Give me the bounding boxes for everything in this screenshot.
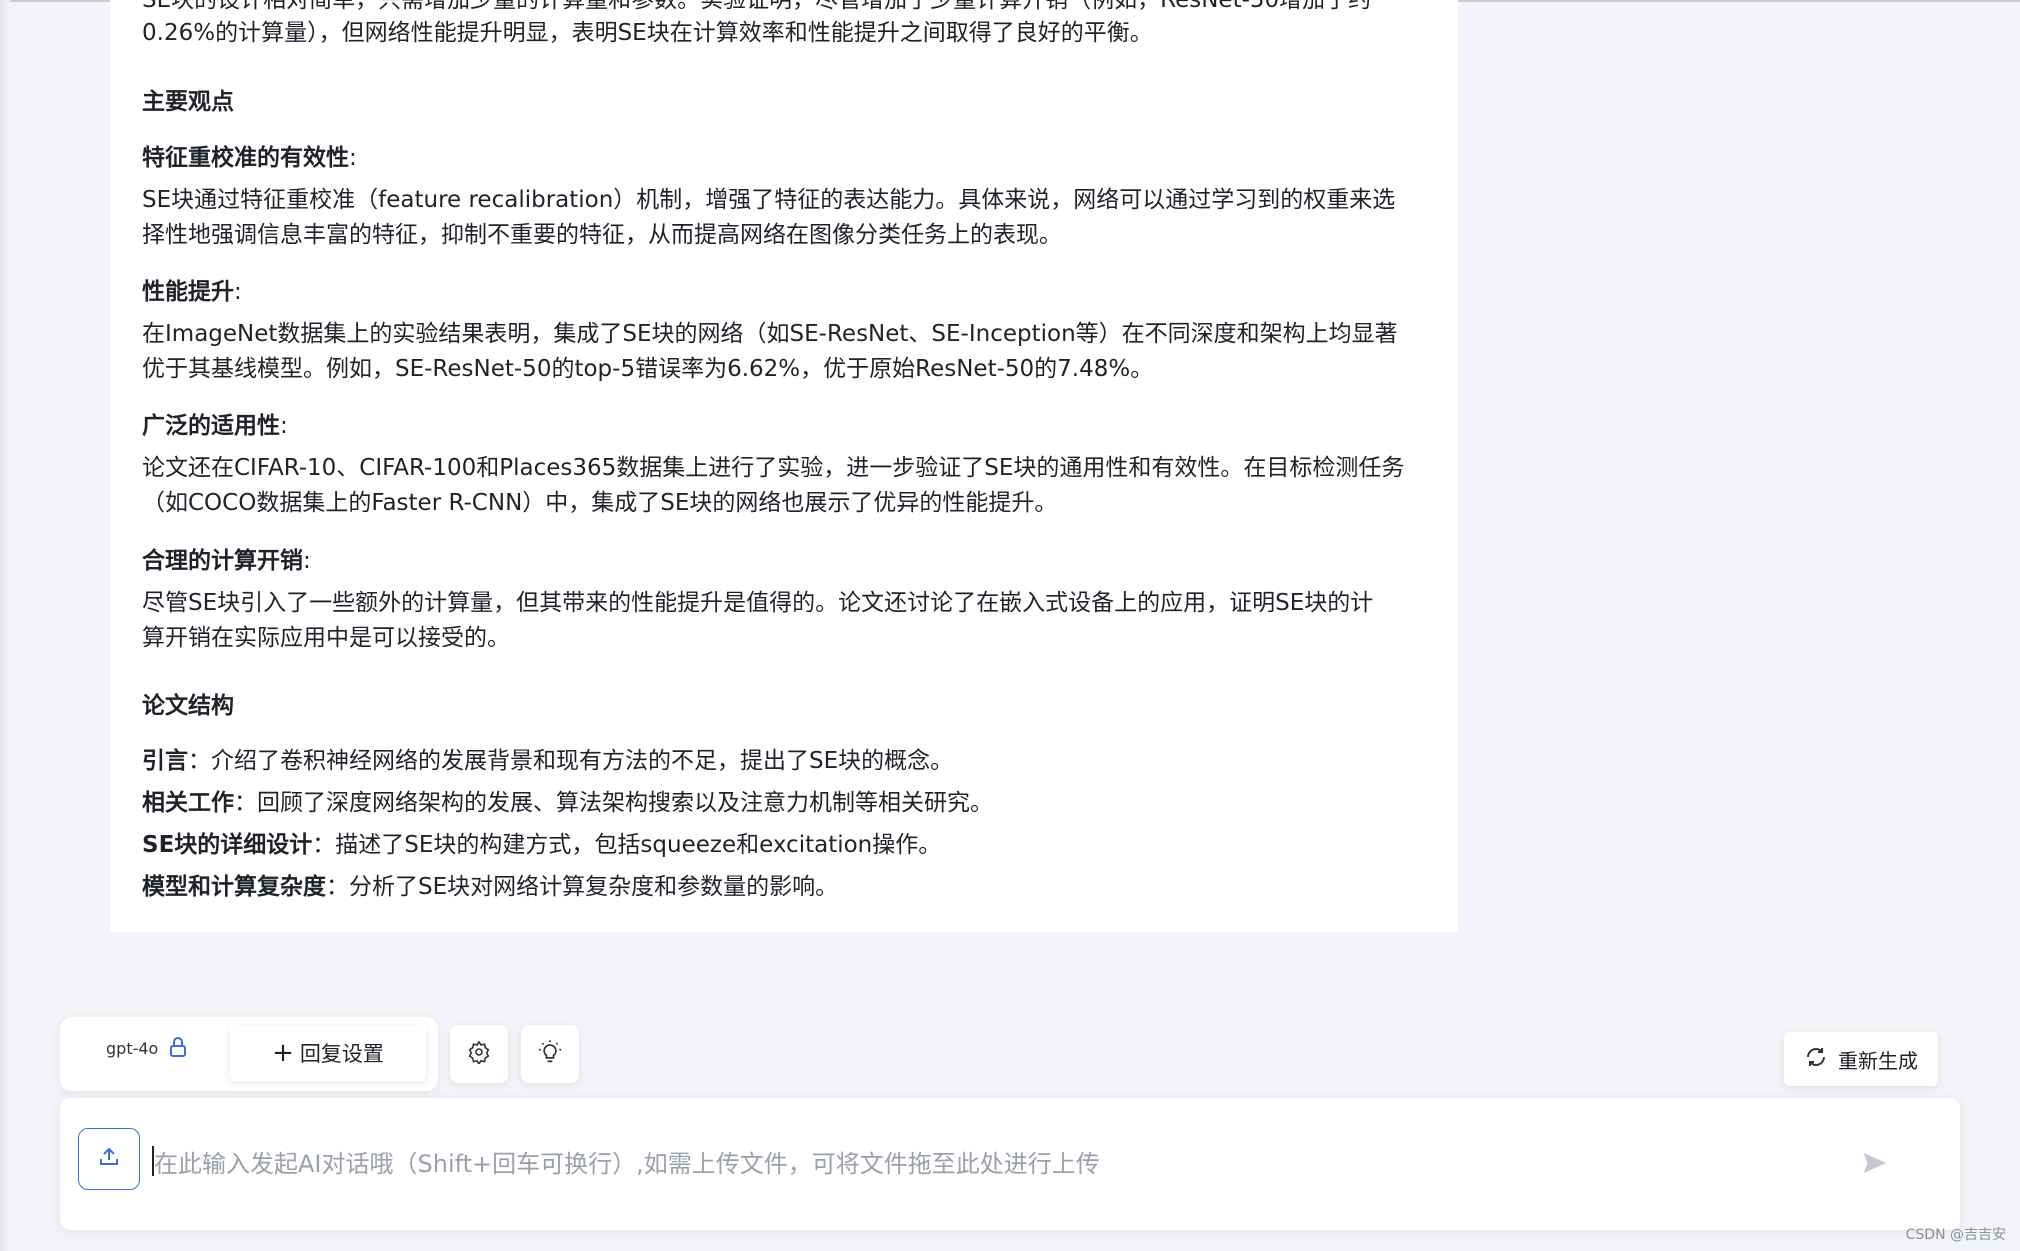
reply-settings-label: 回复设置	[299, 1042, 384, 1066]
watermark: CSDN @吉吉安	[1905, 1227, 2006, 1243]
list-item: 模型和计算复杂度：分析了SE块对网络计算复杂度和参数量的影响。	[142, 874, 839, 900]
list-item: 引言：介绍了卷积神经网络的发展背景和现有方法的不足，提出了SE块的概念。	[142, 748, 954, 774]
intro-line-2: 0.26%的计算量），但网络性能提升明显，表明SE块在计算效率和性能提升之间取得…	[142, 20, 1153, 46]
chat-input-box[interactable]: 在此输入发起AI对话哦（Shift+回车可换行）,如需上传文件，可将文件拖至此处…	[60, 1098, 1960, 1230]
chat-response-card: SE块的设计相对简单，只需增加少量的计算量和参数。实验证明，尽管增加了少量计算开…	[110, 0, 1458, 932]
point-text-line: 尽管SE块引入了一些额外的计算量，但其带来的性能提升是值得的。论文还讨论了在嵌入…	[142, 590, 1374, 616]
tips-button[interactable]	[521, 1025, 579, 1083]
refresh-icon	[1804, 1045, 1838, 1074]
list-item: 相关工作：回顾了深度网络架构的发展、算法架构搜索以及注意力机制等相关研究。	[142, 790, 993, 816]
settings-button[interactable]	[450, 1025, 508, 1083]
point-title: 性能提升:	[142, 279, 242, 305]
reply-settings-button[interactable]: + 回复设置	[230, 1025, 426, 1081]
chat-input-placeholder[interactable]: 在此输入发起AI对话哦（Shift+回车可换行）,如需上传文件，可将文件拖至此处…	[154, 1144, 1100, 1179]
left-edge-shade	[0, 0, 10, 1251]
lightbulb-icon	[536, 1038, 564, 1070]
regenerate-button[interactable]: 重新生成	[1784, 1032, 1938, 1086]
point-text-line: 优于其基线模型。例如，SE-ResNet-50的top-5错误率为6.62%，优…	[142, 356, 1154, 382]
point-title: 特征重校准的有效性:	[142, 145, 357, 171]
list-item: SE块的详细设计：描述了SE块的构建方式，包括squeeze和excitatio…	[142, 832, 942, 858]
point-text-line: 论文还在CIFAR-10、CIFAR-100和Places365数据集上进行了实…	[142, 455, 1405, 481]
point-title: 广泛的适用性:	[142, 413, 288, 439]
point-text-line: 在ImageNet数据集上的实验结果表明，集成了SE块的网络（如SE-ResNe…	[142, 321, 1398, 347]
regenerate-label: 重新生成	[1838, 1048, 1918, 1073]
point-text-line: SE块通过特征重校准（feature recalibration）机制，增强了特…	[142, 187, 1396, 213]
gear-icon	[467, 1040, 491, 1068]
point-text-line: 算开销在实际应用中是可以接受的。	[142, 625, 510, 651]
upload-icon	[97, 1145, 121, 1173]
model-selector[interactable]: gpt-4o	[106, 1039, 158, 1058]
structure-heading: 论文结构	[142, 693, 234, 719]
point-text-line: 择性地强调信息丰富的特征，抑制不重要的特征，从而提高网络在图像分类任务上的表现。	[142, 222, 1062, 248]
plus-icon: +	[272, 1038, 294, 1068]
lock-icon	[166, 1035, 190, 1059]
main-points-heading: 主要观点	[142, 89, 234, 115]
point-title: 合理的计算开销:	[142, 548, 311, 574]
point-text-line: （如COCO数据集上的Faster R-CNN）中，集成了SE块的网络也展示了优…	[142, 490, 1058, 516]
upload-button[interactable]	[78, 1128, 140, 1190]
send-icon[interactable]	[1860, 1148, 1890, 1182]
model-toolbar: gpt-4o + 回复设置	[60, 1017, 438, 1091]
